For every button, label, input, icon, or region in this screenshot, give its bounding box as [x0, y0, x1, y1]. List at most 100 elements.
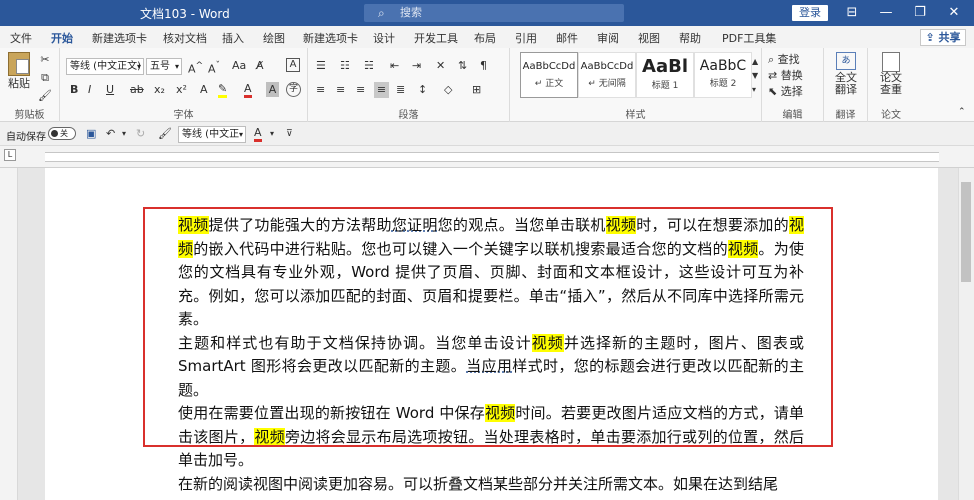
save-icon[interactable]: ▣ — [86, 126, 96, 142]
chevron-down-icon: ▾ — [238, 130, 243, 139]
collapse-ribbon-icon[interactable]: ⌃ — [958, 104, 966, 120]
tab-view[interactable]: 视图 — [638, 30, 660, 46]
bold-button[interactable]: B — [70, 82, 78, 98]
ribbon-tabs: 文件 开始 新建选项卡 核对文档 插入 绘图 新建选项卡 设计 开发工具 布局 … — [0, 26, 974, 51]
paper-check-button[interactable]: 论文 查重 — [874, 52, 908, 96]
undo-icon[interactable]: ↶ — [106, 126, 115, 142]
chevron-down-icon[interactable]: ▾ — [122, 126, 126, 142]
show-marks-icon[interactable]: ¶ — [480, 58, 487, 74]
qat-font-combo[interactable]: 等线 (中文正 ▾ — [178, 126, 246, 143]
asian-layout-icon[interactable]: ✕ — [436, 58, 445, 74]
tab-draw[interactable]: 绘图 — [263, 30, 285, 46]
tab-file[interactable]: 文件 — [10, 30, 32, 46]
line-spacing-icon[interactable]: ↕ — [418, 82, 427, 98]
full-translate-button[interactable]: あ 全文 翻译 — [830, 52, 862, 96]
align-right-icon[interactable]: ≡ — [356, 82, 365, 98]
tab-review-doc[interactable]: 核对文档 — [163, 30, 207, 46]
style-sample: AaBl — [642, 56, 688, 77]
font-color-icon[interactable]: A — [254, 126, 262, 142]
increase-indent-icon[interactable]: ⇥ — [412, 58, 421, 74]
style-name: ↵ 正文 — [534, 79, 564, 89]
find-button[interactable]: ⌕ 查找 — [768, 52, 800, 68]
highlight-icon[interactable]: ✎ — [218, 82, 228, 98]
paste-button[interactable]: 粘贴 — [6, 52, 32, 92]
format-painter-icon[interactable]: 🖌 — [158, 126, 172, 142]
editing-group: ⌕ 查找 ⇄ 替换 ⬉ 选择 编辑 — [762, 48, 824, 122]
style-sample: AaBbCcDd — [522, 61, 576, 72]
horizontal-ruler[interactable]: L — [0, 146, 974, 168]
scrollbar-thumb[interactable] — [961, 182, 971, 282]
strikethrough-button[interactable]: ab — [130, 82, 144, 98]
enclose-char-icon[interactable]: 字 — [286, 82, 301, 97]
char-shading-icon[interactable]: A — [266, 82, 279, 97]
style-heading-2[interactable]: AaBbC 标题 2 — [694, 52, 752, 98]
login-button[interactable]: 登录 — [792, 5, 828, 21]
paragraph-group: ☰ ☷ ☵ ⇤ ⇥ ✕ ⇅ ¶ ≡ ≡ ≡ ≡ ≣ ↕ ◇ ⊞ 段落 — [308, 48, 510, 122]
format-painter-icon[interactable]: 🖌 — [38, 88, 52, 104]
select-button[interactable]: ⬉ 选择 — [768, 84, 803, 100]
tab-developer[interactable]: 开发工具 — [414, 30, 458, 46]
restore-button[interactable]: ❐ — [910, 3, 930, 23]
clear-format-icon[interactable]: A̸ — [256, 58, 264, 74]
tab-new-2[interactable]: 新建选项卡 — [303, 30, 358, 46]
tab-insert[interactable]: 插入 — [222, 30, 244, 46]
translate-group-label: 翻译 — [835, 110, 856, 121]
style-no-spacing[interactable]: AaBbCcDd ↵ 无间隔 — [578, 52, 636, 98]
style-heading-1[interactable]: AaBl 标题 1 — [636, 52, 694, 98]
find-label: 查找 — [777, 53, 800, 66]
replace-button[interactable]: ⇄ 替换 — [768, 68, 803, 84]
justify-icon[interactable]: ≡ — [374, 82, 389, 98]
align-left-icon[interactable]: ≡ — [316, 82, 325, 98]
bullets-icon[interactable]: ☰ — [316, 58, 326, 74]
change-case-icon[interactable]: Aa — [232, 58, 246, 74]
copy-icon[interactable]: ⧉ — [38, 70, 52, 86]
tab-selector-icon[interactable]: L — [4, 149, 16, 161]
cut-icon[interactable]: ✂ — [38, 52, 52, 68]
font-group: 等线 (中文正文) ▾ 五号 ▾ A^ Aˇ Aa A̸ A B I U ab x₂… — [60, 48, 308, 122]
font-size-combo[interactable]: 五号 ▾ — [146, 58, 182, 75]
paragraph[interactable]: 在新的阅读视图中阅读更加容易。可以折叠文档某些部分并关注所需文本。如果在达到结尾 — [178, 473, 804, 497]
redo-icon[interactable]: ↻ — [136, 126, 145, 142]
font-color-icon[interactable]: A — [244, 82, 252, 98]
minimize-button[interactable]: — — [876, 3, 896, 23]
align-center-icon[interactable]: ≡ — [336, 82, 345, 98]
style-normal[interactable]: AaBbCcDd ↵ 正文 — [520, 52, 578, 98]
more-styles-icon[interactable]: ▾ — [752, 82, 756, 98]
multilevel-list-icon[interactable]: ☵ — [364, 58, 374, 74]
tab-design[interactable]: 设计 — [373, 30, 395, 46]
ribbon-display-icon[interactable]: ⊟ — [842, 3, 862, 23]
numbering-icon[interactable]: ☷ — [340, 58, 350, 74]
tab-help[interactable]: 帮助 — [679, 30, 701, 46]
italic-button[interactable]: I — [88, 82, 91, 98]
char-border-icon[interactable]: A — [286, 58, 300, 72]
share-button[interactable]: ⇪ 共享 — [920, 29, 966, 46]
borders-icon[interactable]: ⊞ — [472, 82, 481, 98]
close-button[interactable]: ✕ — [944, 3, 964, 23]
distributed-icon[interactable]: ≣ — [396, 82, 405, 98]
subscript-button[interactable]: x₂ — [154, 82, 165, 98]
grow-font-icon[interactable]: A^ — [188, 58, 203, 78]
tab-pdf-tools[interactable]: PDF工具集 — [722, 30, 776, 46]
font-size-value: 五号 — [150, 61, 170, 72]
tab-layout[interactable]: 布局 — [474, 30, 496, 46]
chevron-down-icon[interactable]: ▾ — [270, 126, 274, 142]
search-box[interactable]: ⌕ 搜索 — [364, 4, 624, 22]
tab-review[interactable]: 审阅 — [597, 30, 619, 46]
tab-references[interactable]: 引用 — [515, 30, 537, 46]
font-name-combo[interactable]: 等线 (中文正文) ▾ — [66, 58, 144, 75]
style-name: 标题 1 — [651, 81, 679, 91]
autosave-toggle[interactable]: 关 — [48, 127, 76, 140]
tab-mailings[interactable]: 邮件 — [556, 30, 578, 46]
shading-icon[interactable]: ◇ — [444, 82, 452, 98]
decrease-indent-icon[interactable]: ⇤ — [390, 58, 399, 74]
underline-button[interactable]: U — [106, 82, 114, 98]
tab-new-1[interactable]: 新建选项卡 — [92, 30, 147, 46]
sort-icon[interactable]: ⇅ — [458, 58, 467, 74]
text-effects-icon[interactable]: A — [200, 82, 208, 98]
paste-icon — [8, 52, 30, 76]
chevron-down-icon: ▾ — [136, 62, 141, 71]
shrink-font-icon[interactable]: Aˇ — [208, 58, 220, 78]
customize-qat-icon[interactable]: ⊽ — [286, 126, 293, 142]
superscript-button[interactable]: x² — [176, 82, 187, 98]
tab-home[interactable]: 开始 — [51, 30, 73, 51]
